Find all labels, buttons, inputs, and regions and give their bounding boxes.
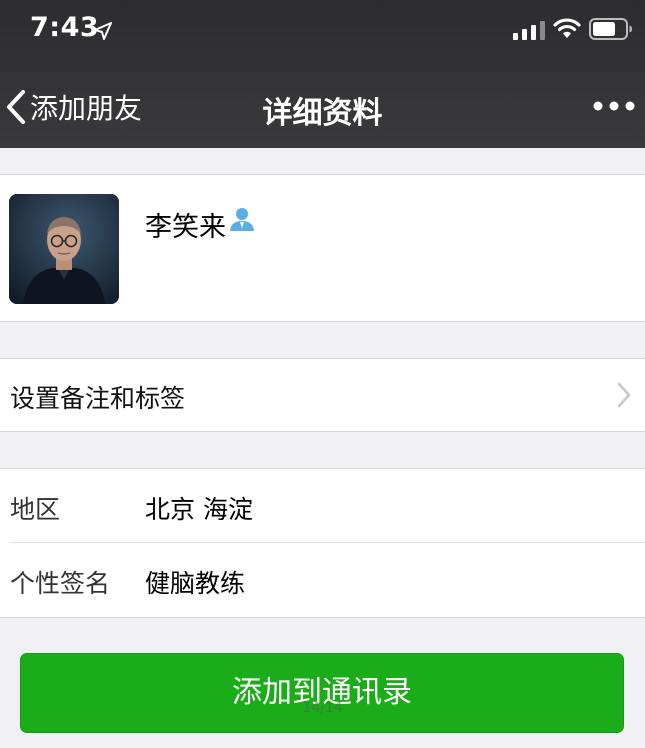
header: 7:43 添加朋友 详细资料 (0, 0, 645, 148)
avatar-portrait (9, 194, 119, 304)
profile-name: 李笑来 (145, 212, 226, 243)
more-dots-icon[interactable] (592, 94, 636, 118)
chevron-right-icon (617, 382, 631, 408)
info-card: 地区 北京 海淀 个性签名 健脑教练 (0, 468, 645, 618)
add-to-contacts-button[interactable]: 添加到通讯录 (20, 653, 624, 733)
region-label: 地区 (10, 495, 61, 524)
location-arrow-icon (94, 22, 112, 40)
nav-bar: 添加朋友 详细资料 (0, 66, 645, 148)
profile-card: 李笑来 (0, 174, 645, 322)
avatar[interactable] (9, 194, 119, 304)
status-time: 7:43 (30, 12, 100, 43)
back-button-label: 添加朋友 (30, 92, 143, 125)
signature-value: 健脑教练 (145, 569, 246, 598)
region-value: 北京 海淀 (145, 495, 253, 524)
back-button[interactable]: 添加朋友 (4, 86, 142, 128)
region-row: 地区 北京 海淀 (0, 469, 645, 543)
signature-row: 个性签名 健脑教练 (0, 543, 645, 617)
battery-icon (589, 18, 632, 40)
person-badge-icon (230, 208, 254, 231)
status-bar: 7:43 (0, 0, 645, 62)
set-remark-row[interactable]: 设置备注和标签 (0, 358, 645, 432)
cellular-signal-icon (513, 21, 545, 40)
signature-label: 个性签名 (10, 569, 111, 598)
set-remark-label: 设置备注和标签 (10, 384, 186, 413)
wifi-icon (553, 18, 581, 38)
chevron-left-icon (7, 90, 25, 124)
